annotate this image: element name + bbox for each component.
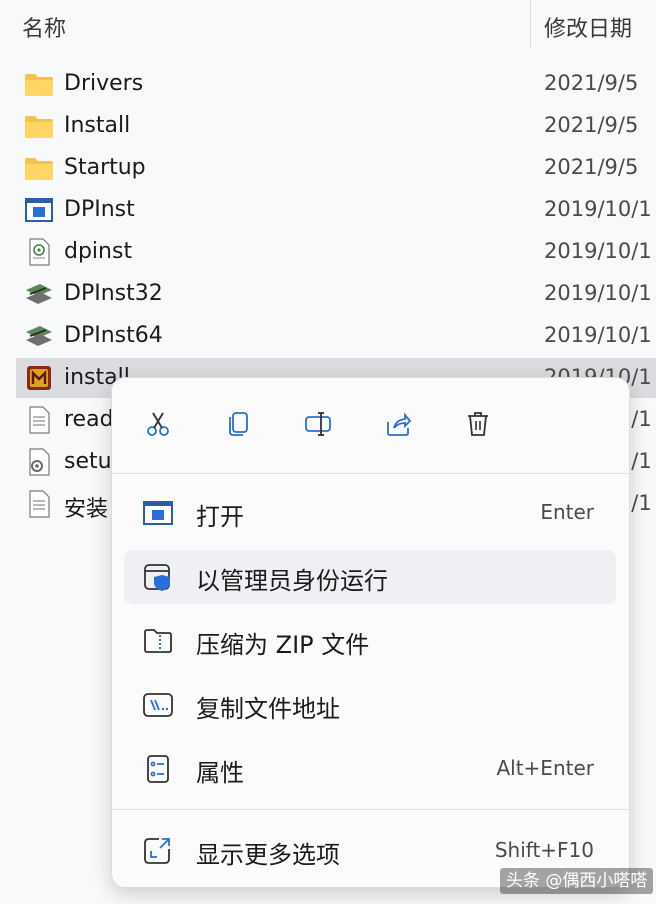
- show-more-icon: [144, 838, 170, 864]
- menu-item-copy-path[interactable]: 复制文件地址: [124, 678, 616, 732]
- driver-installer-icon: [26, 284, 52, 304]
- xml-settings-file-icon: [29, 238, 50, 266]
- file-date: 2019/10/1: [544, 239, 652, 263]
- menu-separator: [112, 809, 629, 810]
- menu-item-properties[interactable]: 属性 Alt+Enter: [124, 742, 616, 796]
- file-name: dpinst: [64, 239, 133, 264]
- file-date: 2021/9/5: [544, 155, 639, 179]
- context-menu-toolbar: [112, 378, 629, 474]
- column-header-name[interactable]: 名称: [22, 11, 66, 43]
- driver-installer-icon: [26, 326, 52, 346]
- copy-path-icon: [143, 693, 173, 717]
- file-row-drivers[interactable]: Drivers 2021/9/5: [16, 64, 656, 104]
- context-menu: 打开 Enter 以管理员身份运行 压缩为 ZIP 文件 复制文件地址 属性 A…: [111, 377, 630, 888]
- share-button[interactable]: [374, 400, 422, 448]
- file-name: 安装: [64, 497, 109, 522]
- file-name: Install: [64, 113, 131, 138]
- menu-item-shortcut: Shift+F10: [494, 838, 594, 862]
- menu-item-shortcut: Enter: [540, 500, 594, 524]
- file-date: 2021/9/5: [544, 71, 639, 95]
- file-date: 2019/10/1: [544, 323, 652, 347]
- sort-chevron-icon[interactable]: [262, 0, 278, 8]
- open-app-icon: [143, 501, 173, 525]
- file-date: 2021/9/5: [544, 113, 639, 137]
- column-header-date[interactable]: 修改日期: [544, 11, 632, 43]
- file-name: DPInst: [64, 197, 135, 222]
- file-name: read: [64, 407, 114, 432]
- file-name: Startup: [64, 155, 146, 180]
- admin-shield-icon: [144, 564, 170, 591]
- rename-button[interactable]: [294, 400, 342, 448]
- menu-item-label: 显示更多选项: [196, 841, 340, 869]
- share-icon: [387, 412, 412, 436]
- file-name: DPInst32: [64, 281, 163, 306]
- menu-item-label: 压缩为 ZIP 文件: [196, 631, 370, 659]
- copy-button[interactable]: [214, 400, 262, 448]
- column-divider[interactable]: [530, 0, 531, 48]
- watermark: 头条 @偶西小嗒嗒: [500, 868, 654, 894]
- file-row-install-folder[interactable]: Install 2021/9/5: [16, 106, 656, 146]
- menu-item-label: 以管理员身份运行: [196, 567, 388, 595]
- file-row-dpinst-exe[interactable]: DPInst 2019/10/1: [16, 190, 656, 230]
- folder-icon: [25, 116, 53, 138]
- file-row-dpinst32[interactable]: DPInst32 2019/10/1: [16, 274, 656, 314]
- text-document-icon: [29, 490, 50, 518]
- menu-item-label: 打开: [196, 503, 244, 531]
- delete-icon: [468, 412, 488, 436]
- folder-icon: [25, 74, 53, 96]
- menu-item-open[interactable]: 打开 Enter: [124, 486, 616, 540]
- menu-item-label: 复制文件地址: [196, 695, 340, 723]
- file-date: 2019/10/1: [544, 281, 652, 305]
- application-icon: [25, 198, 53, 222]
- folder-icon: [25, 158, 53, 180]
- cut-icon: [147, 412, 169, 436]
- file-name: setu: [64, 449, 112, 474]
- column-header: 名称 修改日期: [0, 0, 656, 50]
- copy-icon: [229, 412, 248, 436]
- file-name: Drivers: [64, 71, 144, 96]
- delete-button[interactable]: [454, 400, 502, 448]
- file-row-startup[interactable]: Startup 2021/9/5: [16, 148, 656, 188]
- installer-app-icon: [27, 366, 51, 390]
- menu-item-shortcut: Alt+Enter: [496, 756, 594, 780]
- file-date: 2019/10/1: [544, 197, 652, 221]
- menu-item-run-as-admin[interactable]: 以管理员身份运行: [124, 550, 616, 604]
- menu-separator: [112, 473, 629, 474]
- text-document-icon: [29, 406, 50, 434]
- cut-button[interactable]: [134, 400, 182, 448]
- menu-item-label: 属性: [196, 759, 244, 787]
- file-row-dpinst64[interactable]: DPInst64 2019/10/1: [16, 316, 656, 356]
- zip-folder-icon: [144, 629, 172, 653]
- properties-icon: [147, 755, 169, 783]
- rename-icon: [305, 412, 331, 436]
- file-row-dpinst-xml[interactable]: dpinst 2019/10/1: [16, 232, 656, 272]
- setup-settings-icon: [29, 448, 50, 476]
- menu-item-compress-zip[interactable]: 压缩为 ZIP 文件: [124, 614, 616, 668]
- file-name: DPInst64: [64, 323, 163, 348]
